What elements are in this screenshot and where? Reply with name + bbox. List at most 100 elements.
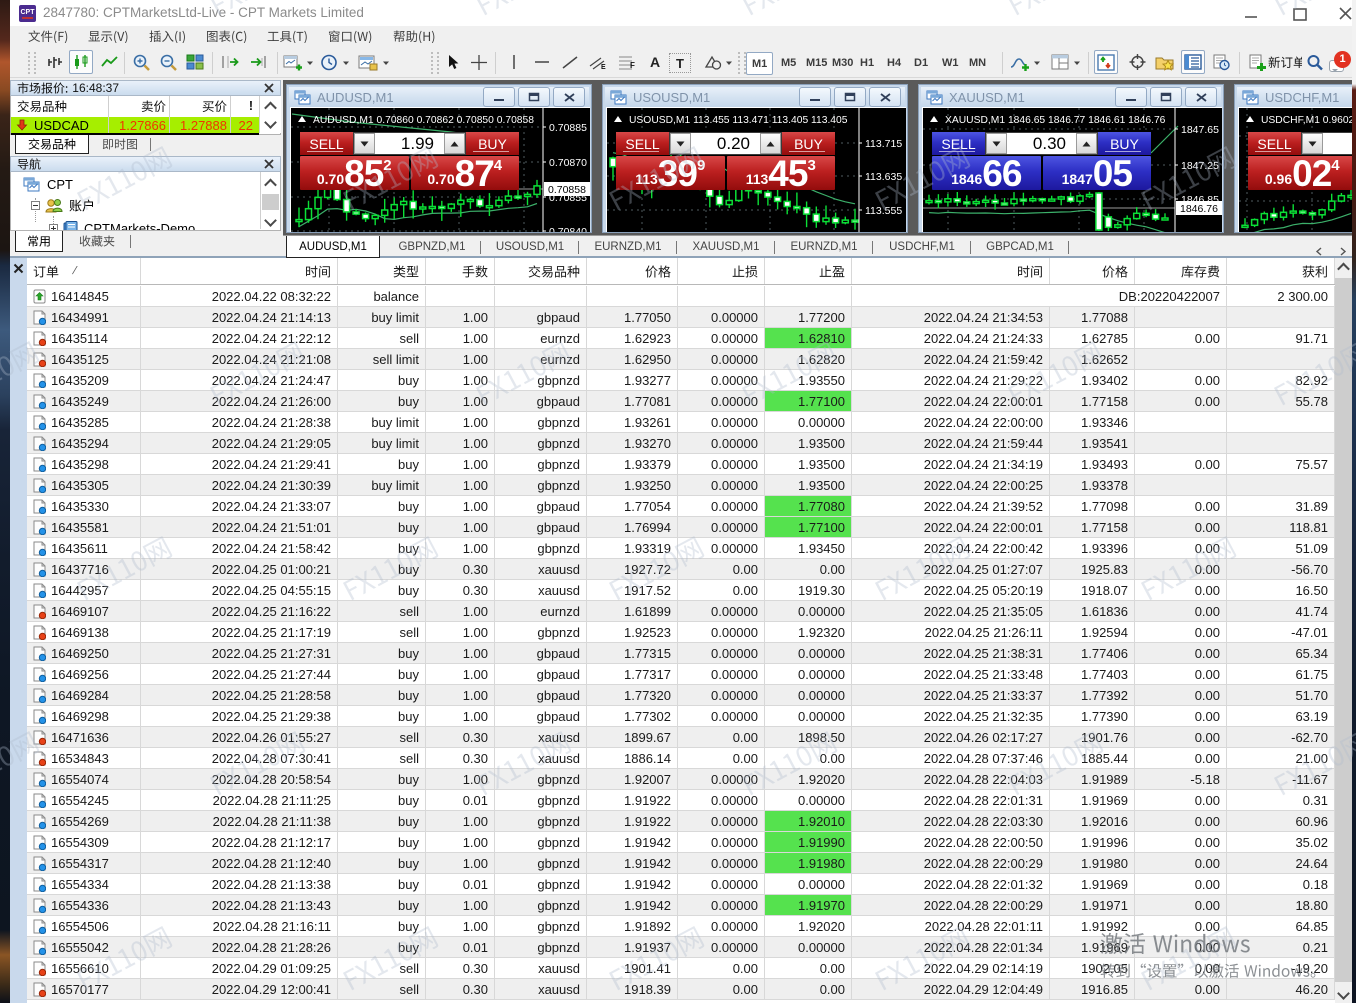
chart-close-button[interactable] <box>553 87 585 107</box>
menu-item-2[interactable] <box>139 26 196 47</box>
volume-input[interactable] <box>1323 133 1352 154</box>
orders-col-6[interactable] <box>678 258 765 284</box>
sell-price-display[interactable]: 184666 <box>932 156 1041 190</box>
candlestick-chart-icon[interactable] <box>69 50 93 74</box>
zoom-in-icon[interactable] <box>129 50 153 74</box>
orders-col-11[interactable] <box>1227 258 1335 284</box>
bar-chart-icon[interactable] <box>44 50 68 74</box>
sell-button[interactable]: SELL <box>1248 132 1301 155</box>
order-row-16555042[interactable]: 165550422022.04.28 21:28:26buy0.01gbpnzd… <box>27 937 1335 958</box>
crosshair-icon[interactable] <box>467 50 491 74</box>
dropdown-caret-icon[interactable] <box>306 59 314 67</box>
market-watch-close-icon[interactable] <box>264 83 274 93</box>
strategy-tester-icon[interactable] <box>1209 50 1233 74</box>
orders-col-8[interactable] <box>852 258 1050 284</box>
sell-price-display[interactable]: 0.96024 <box>1248 156 1352 190</box>
orders-col-10[interactable] <box>1135 258 1227 284</box>
volume-input[interactable]: 0.30 <box>1007 133 1076 154</box>
order-row-16437716[interactable]: 164377162022.04.25 01:00:21buy0.30xauusd… <box>27 559 1335 580</box>
scroll-up-icon[interactable] <box>1335 259 1352 276</box>
scroll-up-icon[interactable] <box>264 102 277 115</box>
orders-col-5[interactable] <box>587 258 678 284</box>
label-tool-icon[interactable]: T <box>669 53 691 73</box>
market-watch-row-usdcad[interactable]: USDCAD 1.27866 1.27888 22 <box>11 117 259 133</box>
scroll-down-icon[interactable] <box>1335 985 1352 1002</box>
channel-icon[interactable]: E <box>586 50 610 74</box>
timeframe-w1[interactable]: W1 <box>937 52 964 73</box>
zoom-out-icon[interactable] <box>156 50 180 74</box>
navigator-titlebar[interactable] <box>10 156 281 172</box>
vertical-line-icon[interactable] <box>502 50 526 74</box>
order-row-16414845[interactable]: 164148452022.04.22 08:32:22balanceDB:202… <box>27 286 1335 307</box>
chart-tab-usdchfm1[interactable]: USDCHF,M1 <box>878 239 966 255</box>
auto-scroll-icon[interactable] <box>218 50 242 74</box>
volume-decrease-button[interactable] <box>670 133 691 154</box>
shapes-icon[interactable] <box>700 50 724 74</box>
dropdown-caret-icon[interactable] <box>342 59 350 67</box>
timeframe-h4[interactable]: H4 <box>882 52 906 73</box>
menu-item-1[interactable] <box>78 26 139 47</box>
terminal-scrollbar[interactable] <box>1335 258 1352 1003</box>
scroll-down-icon[interactable] <box>264 214 277 227</box>
volume-decrease-button[interactable] <box>986 133 1007 154</box>
chart-tab-audusdm1[interactable]: AUDUSD,M1 <box>286 236 380 258</box>
order-row-16435330[interactable]: 164353302022.04.24 21:33:07buy1.00gbpaud… <box>27 496 1335 517</box>
menu-item-6[interactable] <box>383 26 446 47</box>
chart-window-titlebar[interactable]: USOUSD,M1 <box>605 87 905 107</box>
order-row-16534843[interactable]: 165348432022.04.28 07:30:41sell0.30xauus… <box>27 748 1335 769</box>
order-row-16435249[interactable]: 164352492022.04.24 21:26:00buy1.00gbpaud… <box>27 391 1335 412</box>
order-row-16554245[interactable]: 165542452022.04.28 21:11:25buy0.01gbpnzd… <box>27 790 1335 811</box>
volume-decrease-button[interactable] <box>354 133 375 154</box>
market-watch-titlebar[interactable]: 16:48:37 <box>10 80 281 96</box>
buy-button[interactable]: BUY <box>782 132 835 155</box>
chart-tab-gbpcadm1[interactable]: GBPCAD,M1 <box>976 239 1064 255</box>
market-watch-scrollbar[interactable] <box>260 96 281 133</box>
orders-col-7[interactable] <box>765 258 852 284</box>
minimize-button[interactable] <box>1236 6 1266 22</box>
timeframe-h1[interactable]: H1 <box>855 52 879 73</box>
menu-item-3[interactable] <box>196 26 257 47</box>
volume-increase-button[interactable] <box>1076 133 1097 154</box>
favorites-icon[interactable] <box>1153 50 1177 74</box>
orders-col-1[interactable] <box>141 258 338 284</box>
menu-item-0[interactable] <box>18 26 78 47</box>
timeframe-d1[interactable]: D1 <box>909 52 933 73</box>
order-row-16469298[interactable]: 164692982022.04.25 21:29:38buy1.00gbpaud… <box>27 706 1335 727</box>
order-row-16434991[interactable]: 164349912022.04.24 21:14:13buy limit1.00… <box>27 307 1335 328</box>
dropdown-caret-icon[interactable] <box>382 59 390 67</box>
sell-price-display[interactable]: 113399 <box>616 156 725 190</box>
sell-button[interactable]: SELL <box>932 132 985 155</box>
trendline-icon[interactable] <box>558 50 582 74</box>
maximize-button[interactable] <box>1285 6 1315 22</box>
nav-item-cpt[interactable]: CPT <box>23 175 73 193</box>
chart-client-area[interactable]: 113.715113.635113.555 USOUSD,M1 113.455 … <box>606 107 906 232</box>
window-titlebar[interactable]: CPT 2847780: CPTMarketsLtd-Live - CPT Ma… <box>10 0 1352 26</box>
mw-col-ask[interactable] <box>169 99 227 113</box>
order-row-16435125[interactable]: 164351252022.04.24 21:21:08sell limit1.0… <box>27 349 1335 370</box>
tab-common[interactable] <box>15 231 63 252</box>
order-row-16442957[interactable]: 164429572022.04.25 04:55:15buy0.30xauusd… <box>27 580 1335 601</box>
navigator-close-icon[interactable] <box>264 159 274 169</box>
chart-tab-eurnzdm1[interactable]: EURNZD,M1 <box>780 239 868 255</box>
fibonacci-icon[interactable]: F <box>615 50 639 74</box>
scrollbar-thumb[interactable] <box>262 194 279 210</box>
order-row-16556610[interactable]: 165566102022.04.29 01:09:25sell0.30xauus… <box>27 958 1335 979</box>
buy-button[interactable]: BUY <box>466 132 519 155</box>
order-row-16554334[interactable]: 165543342022.04.28 21:13:38buy0.01gbpnzd… <box>27 874 1335 895</box>
volume-decrease-button[interactable] <box>1302 133 1323 154</box>
order-row-16469256[interactable]: 164692562022.04.25 21:27:44buy1.00gbpaud… <box>27 664 1335 685</box>
chart-window-titlebar[interactable]: USDCHF,M1 <box>1237 87 1352 107</box>
expand-icon[interactable] <box>49 224 58 232</box>
dropdown-caret-icon[interactable] <box>1033 59 1041 67</box>
order-row-16554336[interactable]: 165543362022.04.28 21:13:43buy1.00gbpnzd… <box>27 895 1335 916</box>
chart-window-titlebar[interactable]: XAUUSD,M1 <box>921 87 1221 107</box>
collapse-icon[interactable] <box>31 201 40 210</box>
timeframe-m1[interactable]: M1 <box>746 52 773 75</box>
horizontal-line-icon[interactable] <box>530 50 554 74</box>
orders-col-4[interactable] <box>495 258 587 284</box>
order-row-16554506[interactable]: 165545062022.04.28 21:16:11buy1.00gbpnzd… <box>27 916 1335 937</box>
nav-item-account-demo[interactable]: CPTMarkets-Demo <box>49 219 195 231</box>
nav-item-accounts[interactable] <box>31 196 95 214</box>
sell-button[interactable]: SELL <box>616 132 669 155</box>
dropdown-caret-icon[interactable] <box>1073 59 1081 67</box>
